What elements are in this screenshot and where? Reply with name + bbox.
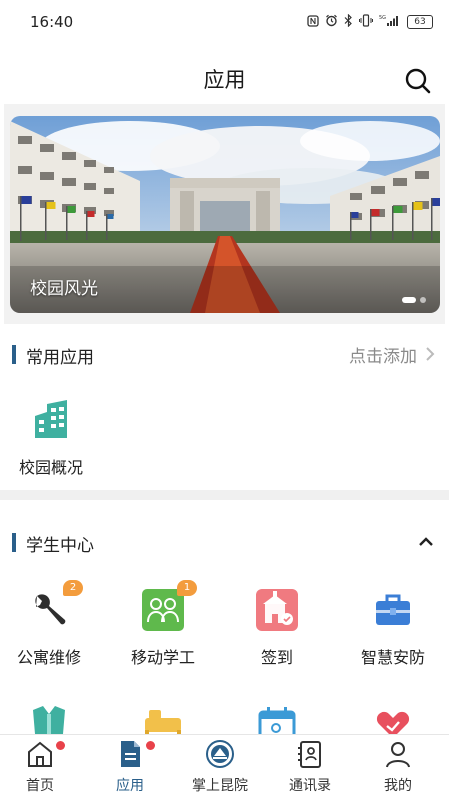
section-divider — [0, 490, 449, 500]
chevron-up-icon — [419, 537, 433, 546]
app-label: 校园概况 — [18, 458, 83, 477]
section-marker — [12, 533, 16, 552]
add-app-label: 点击添加 — [349, 347, 417, 367]
app-mobile-student-affairs[interactable]: 1 移动学工 — [108, 580, 218, 668]
section-title: 常用应用 — [26, 348, 94, 368]
collapse-button[interactable] — [415, 531, 437, 553]
signin-icon — [255, 588, 299, 632]
campus-banner[interactable]: 校园风光 — [10, 116, 440, 313]
app-dorm-repair[interactable]: 2 公寓维修 — [0, 580, 104, 668]
alarm-icon — [325, 14, 338, 30]
profile-icon — [383, 739, 413, 769]
app-campus-overview[interactable]: 校园概况 — [0, 398, 106, 478]
signal-icon: 5G — [379, 14, 401, 30]
tab-label: 掌上昆院 — [192, 778, 248, 794]
tab-label: 应用 — [116, 778, 144, 794]
add-app-link[interactable]: 点击添加 — [349, 342, 435, 367]
people-icon: 1 — [141, 580, 197, 632]
nfc-icon — [307, 14, 319, 30]
app-label: 公寓维修 — [16, 648, 81, 667]
search-icon — [405, 68, 431, 94]
toolbox-icon — [371, 588, 415, 632]
section-marker — [12, 345, 16, 364]
chevron-right-icon — [425, 343, 435, 367]
app-label: 签到 — [260, 648, 293, 667]
page-header: 应用 — [0, 44, 449, 108]
status-bar: 16:40 5G 63 — [0, 0, 449, 40]
tab-label: 我的 — [384, 778, 412, 794]
notification-badge: 2 — [63, 580, 83, 596]
notification-badge: 1 — [177, 580, 197, 596]
status-icons: 5G 63 — [307, 13, 433, 30]
bluetooth-icon — [344, 13, 353, 30]
building-icon — [29, 398, 73, 442]
search-button[interactable] — [403, 66, 433, 96]
app-label: 智慧安防 — [360, 648, 425, 667]
tab-college[interactable]: 掌上昆院 — [180, 739, 260, 795]
svg-text:5G: 5G — [379, 15, 386, 21]
notification-dot — [56, 741, 65, 750]
tab-label: 首页 — [26, 778, 54, 794]
apps-icon — [115, 739, 155, 769]
tab-profile[interactable]: 我的 — [358, 739, 438, 795]
app-label: 移动学工 — [130, 648, 195, 667]
pagination-dot-active — [402, 297, 416, 303]
student-center-header: 学生中心 — [0, 527, 449, 557]
app-page: 16:40 5G 63 应用 校园风光 常用应用 点击添加 校园概况 学生中心 … — [0, 0, 449, 799]
page-title: 应用 — [203, 68, 246, 92]
tab-home[interactable]: 首页 — [0, 739, 80, 795]
app-smart-security[interactable]: 智慧安防 — [338, 588, 448, 668]
contacts-icon — [295, 739, 325, 769]
tab-contacts[interactable]: 通讯录 — [270, 739, 350, 795]
banner-area: 校园风光 — [4, 104, 445, 324]
common-apps-header: 常用应用 点击添加 — [0, 339, 449, 369]
app-sign-in[interactable]: 签到 — [222, 588, 332, 668]
tab-label: 通讯录 — [289, 778, 331, 794]
college-logo-icon — [205, 739, 235, 769]
status-time: 16:40 — [30, 13, 74, 31]
vibrate-icon — [359, 14, 373, 30]
notification-dot — [146, 741, 155, 750]
section-title: 学生中心 — [26, 536, 94, 556]
banner-pagination — [402, 297, 426, 303]
battery-indicator: 63 — [407, 15, 433, 29]
tab-apps[interactable]: 应用 — [90, 739, 170, 795]
wrench-icon: 2 — [27, 580, 83, 632]
home-icon — [25, 739, 65, 769]
pagination-dot — [420, 297, 426, 303]
banner-caption: 校园风光 — [30, 279, 98, 299]
bottom-tab-bar: 首页 应用 掌上昆院 通讯录 我的 — [0, 734, 449, 799]
